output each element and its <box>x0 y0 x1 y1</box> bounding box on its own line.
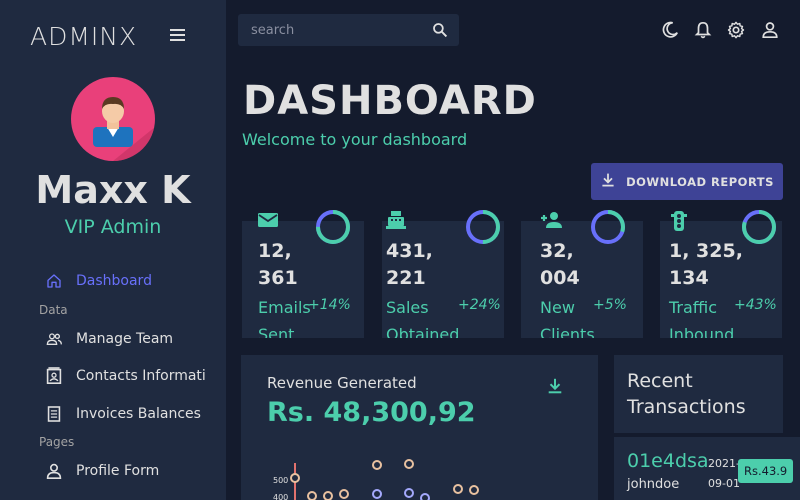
revenue-panel: 500 400 Revenue Generated Rs. 48,300,92 <box>241 355 598 500</box>
stat-increase: +5% <box>593 297 627 313</box>
stat-value: 12, 361 <box>258 240 298 289</box>
home-icon <box>46 273 62 289</box>
stat-label: New Clients <box>540 298 595 338</box>
sidebar-item-label: Dashboard <box>76 273 152 289</box>
download-reports-label: DOWNLOAD REPORTS <box>626 174 774 189</box>
user-name: Maxx K <box>35 168 191 212</box>
sidebar-section-pages: Pages <box>39 435 75 449</box>
search-icon[interactable] <box>432 22 448 38</box>
sidebar-section-data: Data <box>39 303 68 317</box>
stat-increase: +24% <box>458 297 501 313</box>
settings-icon[interactable] <box>727 21 745 39</box>
stat-increase: +43% <box>734 297 777 313</box>
notifications-icon[interactable] <box>694 21 712 39</box>
progress-ring <box>316 210 350 244</box>
download-reports-button[interactable]: DOWNLOAD REPORTS <box>591 163 783 200</box>
traffic-icon <box>671 211 687 235</box>
brand-logo: ADMINX <box>30 22 138 51</box>
chart-point <box>372 460 382 470</box>
user-role: VIP Admin <box>64 216 162 238</box>
stat-value: 1, 325, 134 <box>669 240 743 289</box>
transactions-title: Recent Transactions <box>627 370 746 418</box>
transaction-row[interactable]: 01e4dsa johndoe 2021-09-01 Rs.43.9 <box>614 437 800 500</box>
stat-value: 431, 221 <box>386 240 433 289</box>
transaction-id: 01e4dsa <box>627 450 709 472</box>
sidebar-item-label: Invoices Balances <box>76 406 201 422</box>
revenue-value: Rs. 48,300,92 <box>267 397 476 428</box>
person-icon <box>46 463 62 479</box>
download-icon[interactable] <box>546 377 564 395</box>
chart-point <box>453 484 463 494</box>
contacts-icon <box>46 367 62 384</box>
stat-value: 32, 004 <box>540 240 580 289</box>
chart-point <box>372 489 382 499</box>
people-icon <box>46 331 62 347</box>
sidebar-item-label: Profile Form <box>76 463 160 479</box>
progress-ring <box>466 210 500 244</box>
progress-ring <box>591 210 625 244</box>
transaction-user: johndoe <box>627 477 680 492</box>
chart-point <box>323 491 333 500</box>
menu-toggle-icon[interactable] <box>170 29 188 45</box>
chart-point <box>404 459 414 469</box>
progress-ring <box>742 210 776 244</box>
y-tick-500: 500 <box>273 476 288 485</box>
chart-point <box>339 489 349 499</box>
download-icon <box>600 172 616 192</box>
sidebar-item-manage-team[interactable]: Manage Team <box>46 331 173 347</box>
search-input[interactable] <box>251 21 421 39</box>
y-tick-400: 400 <box>273 493 288 500</box>
dark-mode-icon[interactable] <box>661 21 679 39</box>
chart-point <box>307 491 317 500</box>
email-icon <box>258 212 278 232</box>
page-subtitle: Welcome to your dashboard <box>242 130 468 149</box>
chart-point <box>469 485 479 495</box>
chart-point <box>420 493 430 500</box>
stat-label: Traffic Inbound <box>669 298 735 338</box>
recent-transactions-header: Recent Transactions <box>614 355 783 433</box>
chart-point <box>404 488 414 498</box>
sidebar-item-dashboard[interactable]: Dashboard <box>46 273 152 289</box>
search-bar <box>238 14 459 46</box>
revenue-title: Revenue Generated <box>267 374 417 392</box>
chart-point <box>290 473 300 483</box>
sidebar-item-contacts[interactable]: Contacts Informati <box>46 367 206 384</box>
sidebar-item-profile-form[interactable]: Profile Form <box>46 463 159 479</box>
user-avatar-icon <box>93 97 155 161</box>
person-add-icon <box>540 212 562 232</box>
receipt-icon <box>46 406 62 422</box>
sidebar: ADMINX Maxx K VIP Admin Dashboard Data M… <box>0 0 226 500</box>
profile-icon[interactable] <box>761 21 779 39</box>
transaction-cost-badge: Rs.43.9 <box>738 459 794 483</box>
sidebar-item-label: Contacts Informati <box>76 368 206 384</box>
page-title: DASHBOARD <box>243 78 537 124</box>
sidebar-item-label: Manage Team <box>76 331 174 347</box>
stat-increase: +14% <box>308 297 351 313</box>
sidebar-item-invoices[interactable]: Invoices Balances <box>46 406 201 422</box>
point-of-sale-icon <box>386 211 406 233</box>
avatar <box>71 77 155 161</box>
